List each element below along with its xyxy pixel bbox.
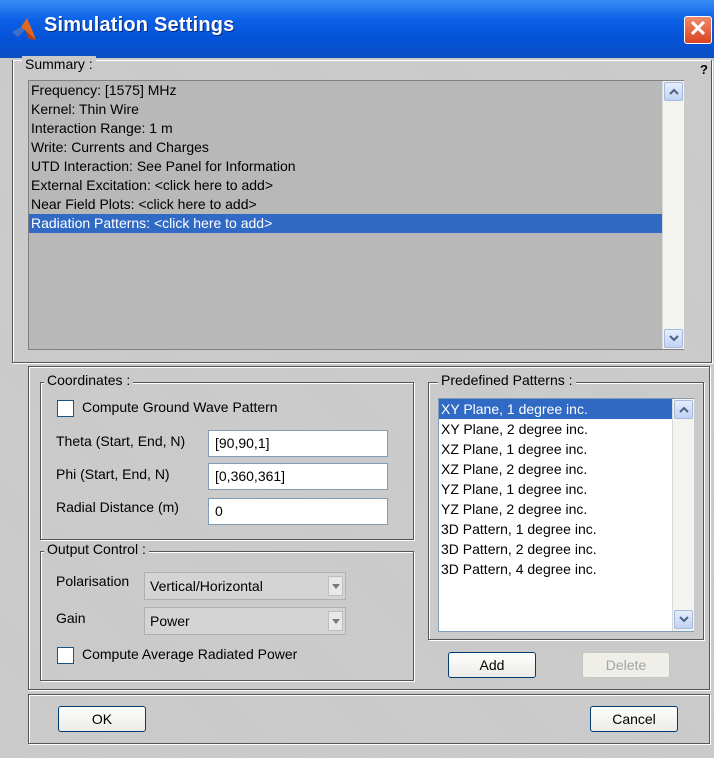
pattern-item[interactable]: XY Plane, 1 degree inc. (439, 399, 693, 419)
chevron-up-icon (669, 88, 679, 95)
patterns-scroll-down-button[interactable] (674, 610, 693, 629)
theta-label: Theta (Start, End, N) (56, 433, 186, 449)
summary-item[interactable]: Interaction Range: 1 m (29, 119, 683, 138)
pattern-item[interactable]: 3D Pattern, 4 degree inc. (439, 559, 693, 579)
ok-button-label: OK (91, 711, 113, 727)
simulation-settings-window: Simulation Settings ✕ Summary : ? Freque… (0, 0, 714, 758)
ground-wave-label: Compute Ground Wave Pattern (82, 399, 278, 415)
summary-item[interactable]: Write: Currents and Charges (29, 138, 683, 157)
chevron-up-icon (679, 406, 689, 413)
summary-item[interactable]: External Excitation: <click here to add> (29, 176, 683, 195)
pattern-item[interactable]: XZ Plane, 2 degree inc. (439, 459, 693, 479)
summary-scrollbar[interactable] (662, 81, 684, 349)
window-title: Simulation Settings (44, 14, 235, 36)
summary-item[interactable]: Frequency: [1575] MHz (29, 81, 683, 100)
summary-item[interactable]: Near Field Plots: <click here to add> (29, 195, 683, 214)
coordinates-legend: Coordinates : (44, 372, 134, 388)
phi-label: Phi (Start, End, N) (56, 466, 170, 482)
phi-input[interactable]: [0,360,361] (208, 463, 388, 490)
ground-wave-checkbox[interactable] (57, 400, 74, 417)
average-power-label: Compute Average Radiated Power (82, 646, 298, 662)
summary-item[interactable]: Radiation Patterns: <click here to add> (29, 214, 683, 233)
gain-label: Gain (56, 610, 86, 626)
gain-value: Power (150, 613, 190, 629)
patterns-scroll-up-button[interactable] (674, 400, 693, 419)
close-button[interactable]: ✕ (684, 16, 712, 44)
add-button[interactable]: Add (448, 652, 536, 678)
output-control-legend: Output Control : (44, 541, 149, 557)
summary-item[interactable]: UTD Interaction: See Panel for Informati… (29, 157, 683, 176)
pattern-item[interactable]: YZ Plane, 1 degree inc. (439, 479, 693, 499)
average-power-checkbox[interactable] (57, 647, 74, 664)
theta-input[interactable]: [90,90,1] (208, 430, 388, 457)
pattern-item[interactable]: 3D Pattern, 2 degree inc. (439, 539, 693, 559)
pattern-item[interactable]: XZ Plane, 1 degree inc. (439, 439, 693, 459)
scroll-down-button[interactable] (664, 329, 683, 348)
dialog-body: Summary : ? Frequency: [1575] MHz Kernel:… (0, 56, 714, 758)
pattern-item[interactable]: YZ Plane, 2 degree inc. (439, 499, 693, 519)
polarisation-value: Vertical/Horizontal (150, 578, 263, 594)
chevron-down-icon (332, 619, 340, 624)
summary-legend: Summary : (22, 56, 96, 72)
gain-select[interactable]: Power (144, 607, 346, 635)
gain-dropdown-arrow[interactable] (328, 611, 343, 631)
cancel-button[interactable]: Cancel (590, 706, 678, 732)
cancel-button-label: Cancel (612, 711, 656, 727)
close-icon: ✕ (688, 16, 708, 41)
radial-distance-input[interactable]: 0 (208, 498, 388, 525)
delete-button: Delete (582, 652, 670, 678)
patterns-scrollbar[interactable] (672, 399, 694, 631)
radial-distance-label: Radial Distance (m) (56, 499, 179, 515)
predefined-patterns-legend: Predefined Patterns : (438, 372, 576, 388)
chevron-down-icon (679, 616, 689, 623)
title-bar[interactable]: Simulation Settings ✕ (0, 0, 714, 58)
add-button-label: Add (479, 657, 505, 673)
chevron-down-icon (669, 335, 679, 342)
scroll-up-button[interactable] (664, 82, 683, 101)
matlab-icon (12, 18, 36, 40)
summary-list[interactable]: Frequency: [1575] MHz Kernel: Thin Wire In… (28, 80, 684, 350)
pattern-item[interactable]: XY Plane, 2 degree inc. (439, 419, 693, 439)
pattern-item[interactable]: 3D Pattern, 1 degree inc. (439, 519, 693, 539)
delete-button-label: Delete (605, 657, 647, 673)
polarisation-select[interactable]: Vertical/Horizontal (144, 572, 346, 600)
polarisation-label: Polarisation (56, 573, 130, 589)
predefined-patterns-list[interactable]: XY Plane, 1 degree inc. XY Plane, 2 degre… (438, 398, 694, 632)
chevron-down-icon (332, 584, 340, 589)
help-icon[interactable]: ? (700, 62, 708, 77)
ok-button[interactable]: OK (58, 706, 146, 732)
summary-item[interactable]: Kernel: Thin Wire (29, 100, 683, 119)
polarisation-dropdown-arrow[interactable] (328, 576, 343, 596)
